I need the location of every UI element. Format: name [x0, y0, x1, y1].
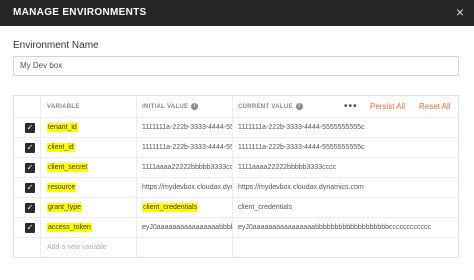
variable-name: access_token	[47, 223, 92, 232]
row-checkbox-cell: ✓	[14, 218, 40, 237]
check-icon: ✓	[26, 163, 34, 172]
table-row: ✓ resource https://mydevbox.cloudax.dynami…	[14, 178, 458, 198]
variable-cell[interactable]: tenant_id	[40, 118, 136, 137]
current-value: https://mydevbox.cloudax.dynamics.com	[238, 184, 364, 191]
row-checkbox-cell: ✓	[14, 198, 40, 217]
row-checkbox[interactable]: ✓	[25, 123, 35, 133]
row-checkbox[interactable]: ✓	[25, 203, 35, 213]
info-icon[interactable]: i	[295, 102, 303, 110]
current-value-cell[interactable]: client_credentials	[232, 198, 458, 217]
new-initial-value-cell[interactable]	[136, 238, 232, 258]
row-checkbox-cell: ✓	[14, 178, 40, 197]
row-checkbox-cell: ✓	[14, 118, 40, 137]
variable-cell[interactable]: client_secret	[40, 158, 136, 177]
row-checkbox[interactable]: ✓	[25, 143, 35, 153]
variable-cell[interactable]: resource	[40, 178, 136, 197]
variable-cell[interactable]: grant_type	[40, 198, 136, 217]
variable-cell[interactable]: client_id	[40, 138, 136, 157]
initial-value-cell[interactable]: client_credentials	[136, 198, 232, 217]
check-icon: ✓	[26, 203, 34, 212]
initial-value: client_credentials	[142, 203, 199, 212]
check-icon: ✓	[26, 183, 34, 192]
table-header-row: VARIABLE INITIAL VALUE i CURRENT VALUE i •…	[14, 96, 458, 118]
table-row: ✓ tenant_id 1111111a-222b-3333-4444-555555…	[14, 118, 458, 138]
initial-value: eyJ0aaaaaaaaaaaaaaaabbbbbbbbbbbbbbb	[142, 224, 232, 231]
table-row: ✓ access_token eyJ0aaaaaaaaaaaaaaaabbbbbbb…	[14, 218, 458, 238]
new-variable-row: Add a new variable	[14, 238, 458, 258]
current-value-cell[interactable]: 1111111a-222b-3333-4444-5555555555c	[232, 118, 458, 137]
initial-value-cell[interactable]: 1111111a-222b-3333-4444-5555555555c	[136, 138, 232, 157]
row-checkbox[interactable]: ✓	[25, 163, 35, 173]
modal-title-bar: MANAGE ENVIRONMENTS ×	[0, 0, 474, 26]
info-icon[interactable]: i	[191, 102, 199, 110]
header-current-value-label: CURRENT VALUE	[238, 104, 293, 110]
current-value: eyJ0aaaaaaaaaaaaaaaabbbbbbbbbbbbbbbbbbbc…	[238, 224, 432, 231]
initial-value: 1111111a-222b-3333-4444-5555555555c	[142, 124, 232, 131]
environment-name-label: Environment Name	[13, 40, 99, 51]
initial-value-cell[interactable]: https://mydevbox.cloudax.dynamics.com	[136, 178, 232, 197]
current-value-cell[interactable]: 1111aaaa22222bbbbb3333cccc	[232, 158, 458, 177]
environment-name-input[interactable]: My Dev box	[13, 56, 459, 76]
row-checkbox[interactable]: ✓	[25, 183, 35, 193]
table-row: ✓ grant_type client_credentials client_cred…	[14, 198, 458, 218]
initial-value-cell[interactable]: 1111111a-222b-3333-4444-5555555555c	[136, 118, 232, 137]
current-value: 1111aaaa22222bbbbb3333cccc	[238, 164, 337, 171]
variable-name: tenant_id	[47, 123, 78, 132]
table-row: ✓ client_secret 1111aaaa22222bbbbb3333cccc…	[14, 158, 458, 178]
header-variable: VARIABLE	[40, 96, 136, 117]
row-checkbox-cell: ✓	[14, 158, 40, 177]
new-row-checkbox-cell	[14, 238, 40, 258]
initial-value: 1111aaaa22222bbbbb3333cccc	[142, 164, 232, 171]
current-value: 1111111a-222b-3333-4444-5555555555c	[238, 124, 365, 131]
modal-title: MANAGE ENVIRONMENTS	[13, 7, 147, 18]
new-variable-input[interactable]: Add a new variable	[40, 238, 136, 258]
current-value: 1111111a-222b-3333-4444-5555555555c	[238, 144, 365, 151]
variable-name: resource	[47, 183, 77, 192]
reset-all-button[interactable]: Reset All	[419, 96, 451, 118]
current-value-cell[interactable]: 1111111a-222b-3333-4444-5555555555c	[232, 138, 458, 157]
header-checkbox-column	[14, 96, 40, 117]
current-value: client_credentials	[238, 204, 293, 211]
initial-value-cell[interactable]: 1111aaaa22222bbbbb3333cccc	[136, 158, 232, 177]
new-current-value-cell[interactable]	[232, 238, 458, 258]
table-row: ✓ client_id 1111111a-222b-3333-4444-555555…	[14, 138, 458, 158]
initial-value-cell[interactable]: eyJ0aaaaaaaaaaaaaaaabbbbbbbbbbbbbbb	[136, 218, 232, 237]
variables-table: VARIABLE INITIAL VALUE i CURRENT VALUE i •…	[13, 95, 459, 258]
row-checkbox-cell: ✓	[14, 138, 40, 157]
variable-name: client_secret	[47, 163, 89, 172]
current-value-cell[interactable]: https://mydevbox.cloudax.dynamics.com	[232, 178, 458, 197]
variable-name: grant_type	[47, 203, 83, 212]
header-initial-value: INITIAL VALUE i	[136, 96, 232, 117]
initial-value: https://mydevbox.cloudax.dynamics.com	[142, 184, 232, 191]
current-value-cell[interactable]: eyJ0aaaaaaaaaaaaaaaabbbbbbbbbbbbbbbbbbbc…	[232, 218, 458, 237]
header-initial-value-label: INITIAL VALUE	[142, 104, 189, 110]
variable-cell[interactable]: access_token	[40, 218, 136, 237]
persist-all-button[interactable]: Persist All	[370, 96, 405, 118]
check-icon: ✓	[26, 123, 34, 132]
check-icon: ✓	[26, 223, 34, 232]
variable-name: client_id	[47, 143, 75, 152]
more-options-icon[interactable]: •••	[344, 96, 358, 118]
check-icon: ✓	[26, 143, 34, 152]
close-icon[interactable]: ×	[456, 4, 464, 20]
row-checkbox[interactable]: ✓	[25, 223, 35, 233]
initial-value: 1111111a-222b-3333-4444-5555555555c	[142, 144, 232, 151]
